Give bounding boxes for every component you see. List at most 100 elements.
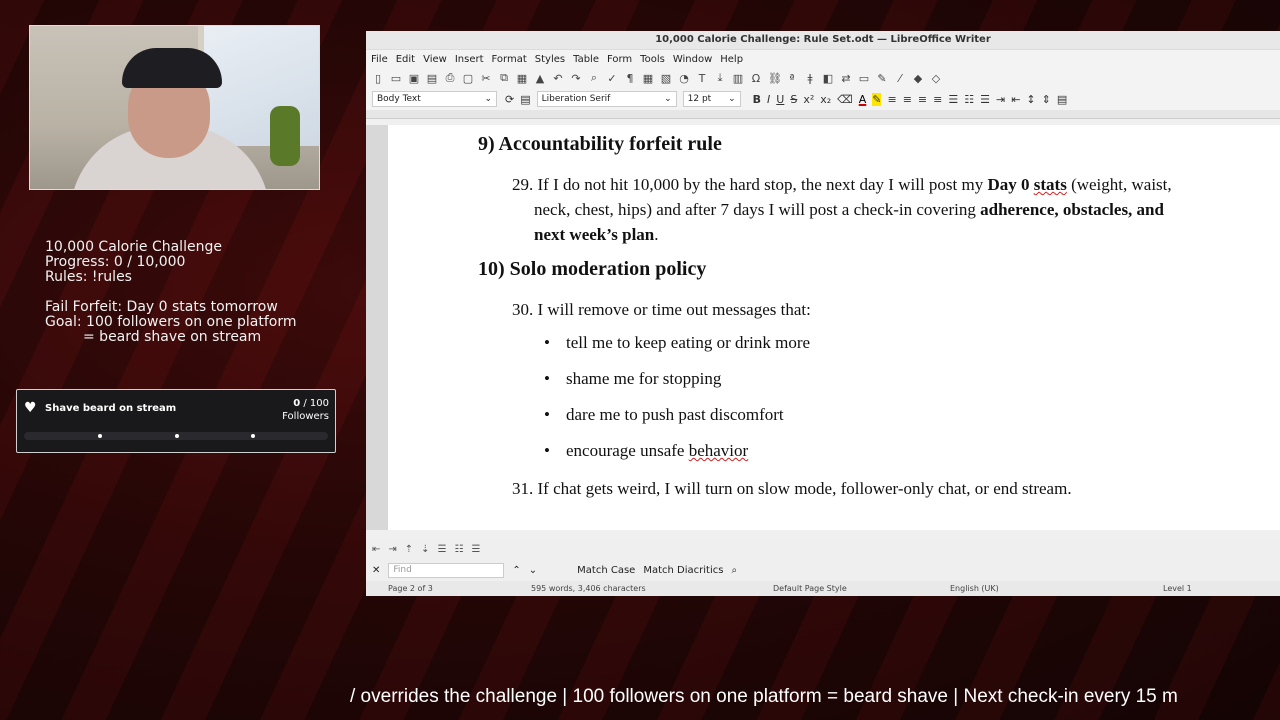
insert-textbox-icon[interactable]: T	[696, 72, 708, 85]
info-goal: Goal: 100 followers on one platform	[45, 314, 297, 330]
menu-tools[interactable]: Tools	[640, 54, 665, 65]
window-title: 10,000 Calorie Challenge: Rule Set.odt —…	[366, 31, 1280, 50]
horizontal-ruler[interactable]	[366, 110, 1280, 119]
line-spacing-icon[interactable]: ↕	[1026, 93, 1035, 106]
cut-icon[interactable]: ✂	[480, 72, 492, 85]
update-style-icon[interactable]: ⟳	[505, 93, 514, 106]
track-changes-icon[interactable]: ✎	[876, 72, 888, 85]
close-icon[interactable]: ✕	[372, 565, 380, 576]
info-goal-reward: = beard shave on stream	[83, 329, 262, 345]
paste-icon[interactable]: ▦	[516, 72, 528, 85]
font-size-select[interactable]: 12 pt ⌄	[682, 91, 741, 107]
highlight-icon[interactable]: ✎	[872, 92, 882, 106]
bullet-item-misspelled: behavior	[688, 441, 749, 460]
comment-icon[interactable]: ▭	[858, 72, 870, 85]
redo-icon[interactable]: ↷	[570, 72, 582, 85]
bookmark-icon[interactable]: ◧	[822, 72, 834, 85]
underline-icon[interactable]: U	[776, 93, 784, 106]
promote-icon[interactable]: ⇤	[372, 544, 380, 555]
menu-table[interactable]: Table	[573, 54, 599, 65]
formatting-marks-icon[interactable]: ¶	[624, 72, 636, 85]
menu-view[interactable]: View	[423, 54, 447, 65]
find-next-icon[interactable]: ⌄	[529, 565, 537, 576]
save-icon[interactable]: ▣	[408, 72, 420, 85]
menu-window[interactable]: Window	[673, 54, 712, 65]
align-left-icon[interactable]: ≡	[887, 93, 896, 106]
footnote-icon[interactable]: ª	[786, 72, 798, 85]
open-folder-icon[interactable]: ▭	[390, 72, 402, 85]
goal-target: / 100	[303, 398, 329, 409]
menu-help[interactable]: Help	[720, 54, 743, 65]
bold-icon[interactable]: B	[753, 93, 761, 106]
ordered-list-icon[interactable]: ☷	[964, 93, 974, 106]
special-character-icon[interactable]: Ω	[750, 72, 762, 85]
insert-unnumbered-icon[interactable]: ☰	[438, 544, 447, 555]
menu-format[interactable]: Format	[492, 54, 527, 65]
demote-icon[interactable]: ⇥	[388, 544, 396, 555]
insert-field-icon[interactable]: ▥	[732, 72, 744, 85]
find-input[interactable]: Find	[388, 562, 505, 578]
document-page[interactable]: 9) Accountability forfeit rule 29. If I …	[388, 125, 1280, 530]
insert-image-icon[interactable]: ▧	[660, 72, 672, 85]
undo-icon[interactable]: ↶	[552, 72, 564, 85]
superscript-icon[interactable]: x²	[803, 93, 814, 106]
page-break-icon[interactable]: ⤓	[714, 71, 726, 85]
strikethrough-icon[interactable]: S	[790, 93, 797, 106]
copy-icon[interactable]: ⧉	[498, 71, 510, 85]
paragraph-style-select[interactable]: Body Text ⌄	[372, 91, 497, 107]
menu-insert[interactable]: Insert	[455, 54, 484, 65]
language[interactable]: English (UK)	[950, 584, 999, 593]
justify-icon[interactable]: ≡	[933, 93, 942, 106]
menu-styles[interactable]: Styles	[535, 54, 565, 65]
italic-icon[interactable]: I	[767, 93, 770, 106]
match-diacritics-checkbox[interactable]: Match Diacritics	[643, 565, 723, 576]
print-icon[interactable]: ⎙	[444, 71, 456, 85]
move-up-icon[interactable]: ⇡	[405, 544, 413, 555]
menu-form[interactable]: Form	[607, 54, 632, 65]
goal-marker	[175, 434, 179, 438]
menu-file[interactable]: File	[371, 54, 388, 65]
page-style[interactable]: Default Page Style	[773, 584, 847, 593]
document-scroll-area[interactable]: 9) Accountability forfeit rule 29. If I …	[366, 125, 1280, 530]
font-color-icon[interactable]: A	[859, 93, 867, 106]
clone-format-icon[interactable]: ▲	[534, 72, 546, 85]
hyperlink-icon[interactable]: ⛓	[768, 72, 782, 85]
export-pdf-icon[interactable]: ▤	[426, 72, 438, 85]
insert-table-icon[interactable]: ▦	[642, 72, 654, 85]
rule-29-line3: next week’s plan.	[534, 222, 1274, 247]
basic-shapes-icon[interactable]: ◆	[912, 72, 924, 85]
match-case-checkbox[interactable]: Match Case	[577, 565, 635, 576]
spelling-icon[interactable]: ✓	[606, 72, 618, 85]
insert-chart-icon[interactable]: ◔	[678, 72, 690, 85]
clear-formatting-icon[interactable]: ⌫	[837, 93, 853, 106]
move-down-icon[interactable]: ⇣	[421, 544, 429, 555]
decrease-indent-icon[interactable]: ⇤	[1011, 93, 1020, 106]
draw-functions-icon[interactable]: ◇	[930, 72, 942, 85]
outline-list-icon[interactable]: ☰	[980, 93, 990, 106]
increase-indent-icon[interactable]: ⇥	[996, 93, 1005, 106]
paragraph-spacing-icon[interactable]: ⇕	[1042, 93, 1051, 106]
line-icon[interactable]: ⁄	[894, 72, 906, 85]
numbering-off-icon[interactable]: ☷	[455, 544, 464, 555]
sidebar-icon[interactable]: ▤	[1057, 93, 1067, 106]
align-center-icon[interactable]: ≡	[903, 93, 912, 106]
menu-edit[interactable]: Edit	[396, 54, 415, 65]
print-preview-icon[interactable]: ▢	[462, 72, 474, 85]
find-replace-icon[interactable]: ⌕	[588, 71, 600, 85]
search-icon[interactable]: ⌕	[731, 565, 737, 576]
heading-accountability: 9) Accountability forfeit rule	[478, 133, 722, 155]
find-previous-icon[interactable]: ⌃	[512, 565, 520, 576]
endnote-icon[interactable]: ǂ	[804, 72, 816, 85]
chevron-down-icon: ⌄	[484, 94, 492, 104]
page-count[interactable]: Page 2 of 3	[388, 584, 433, 593]
unordered-list-icon[interactable]: ☰	[948, 93, 958, 106]
word-count[interactable]: 595 words, 3,406 characters	[531, 584, 646, 593]
bullets-off-icon[interactable]: ☰	[472, 544, 481, 555]
font-name-select[interactable]: Liberation Serif ⌄	[536, 91, 677, 107]
new-document-icon[interactable]: ▯	[372, 72, 384, 85]
align-right-icon[interactable]: ≡	[918, 93, 927, 106]
new-style-icon[interactable]: ▤	[520, 93, 530, 106]
subscript-icon[interactable]: x₂	[820, 93, 831, 106]
cross-reference-icon[interactable]: ⇄	[840, 72, 852, 85]
webcam-plant	[270, 106, 300, 166]
